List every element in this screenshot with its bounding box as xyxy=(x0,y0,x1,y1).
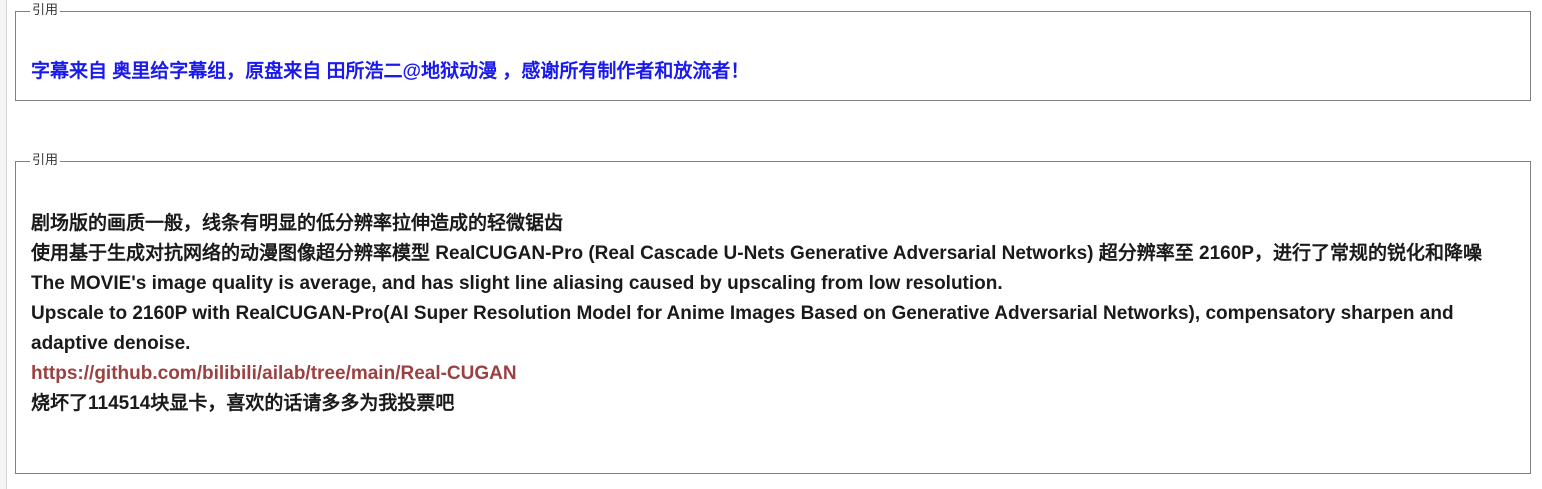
vote-note-zh: 烧坏了114514块显卡，喜欢的话请多多为我投票吧 xyxy=(31,393,455,414)
realcugan-link[interactable]: https://github.com/bilibili/ailab/tree/m… xyxy=(31,359,1520,389)
quote-legend: 引用 xyxy=(30,152,61,170)
page-left-edge xyxy=(0,0,7,489)
quote-block-credits: 引用 字幕来自 奥里给字幕组，原盘来自 田所浩二@地狱动漫 ，感谢所有制作者和放… xyxy=(15,2,1531,101)
quote-legend: 引用 xyxy=(30,2,61,20)
quality-note-en: The MOVIE's image quality is average, an… xyxy=(31,273,1003,294)
upscale-note-zh: 使用基于生成对抗网络的动漫图像超分辨率模型 RealCUGAN-Pro (Rea… xyxy=(31,243,1482,264)
quote-block-notes: 引用 剧场版的画质一般，线条有明显的低分辨率拉伸造成的轻微锯齿 使用基于生成对抗… xyxy=(15,152,1531,474)
quote-content: 字幕来自 奥里给字幕组，原盘来自 田所浩二@地狱动漫 ，感谢所有制作者和放流者！ xyxy=(31,59,1520,85)
quote-content: 剧场版的画质一般，线条有明显的低分辨率拉伸造成的轻微锯齿 使用基于生成对抗网络的… xyxy=(31,209,1520,419)
quality-note-zh: 剧场版的画质一般，线条有明显的低分辨率拉伸造成的轻微锯齿 xyxy=(31,213,564,234)
upscale-note-en: Upscale to 2160P with RealCUGAN-Pro(AI S… xyxy=(31,303,1454,354)
credits-text: 字幕来自 奥里给字幕组，原盘来自 田所浩二@地狱动漫 ，感谢所有制作者和放流者！ xyxy=(31,61,750,82)
